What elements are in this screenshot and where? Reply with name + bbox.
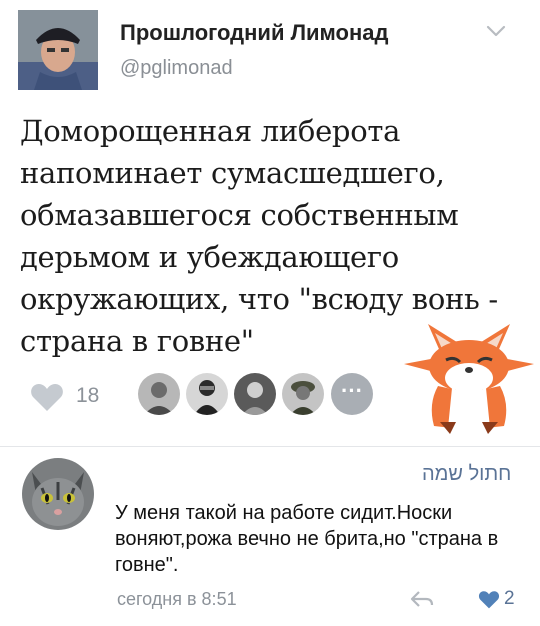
author-name[interactable]: Прошлогодний Лимонад [120, 20, 388, 46]
divider [0, 446, 540, 447]
liker-avatar[interactable] [186, 373, 228, 415]
liker-avatar[interactable] [138, 373, 180, 415]
like-count: 18 [76, 384, 100, 407]
reply-icon[interactable] [410, 589, 434, 614]
commenter-avatar[interactable] [22, 458, 94, 530]
liker-avatar[interactable] [282, 373, 324, 415]
heart-icon[interactable] [30, 382, 64, 417]
fox-sticker [398, 318, 540, 445]
comment-like-count: 2 [504, 588, 515, 609]
author-handle[interactable]: @pglimonad [120, 57, 233, 80]
liker-avatar[interactable] [234, 373, 276, 415]
comment-text: У меня такой на работе сидит.Носки воняю… [115, 502, 499, 576]
more-likers-button[interactable]: ··· [331, 373, 373, 415]
comment-author[interactable]: חתול שמה [422, 463, 511, 486]
chevron-down-icon[interactable] [486, 24, 506, 43]
comment-time[interactable]: сегодня в 8:51 [117, 589, 237, 610]
comment-heart-icon[interactable] [478, 590, 500, 614]
author-avatar[interactable] [18, 10, 98, 90]
